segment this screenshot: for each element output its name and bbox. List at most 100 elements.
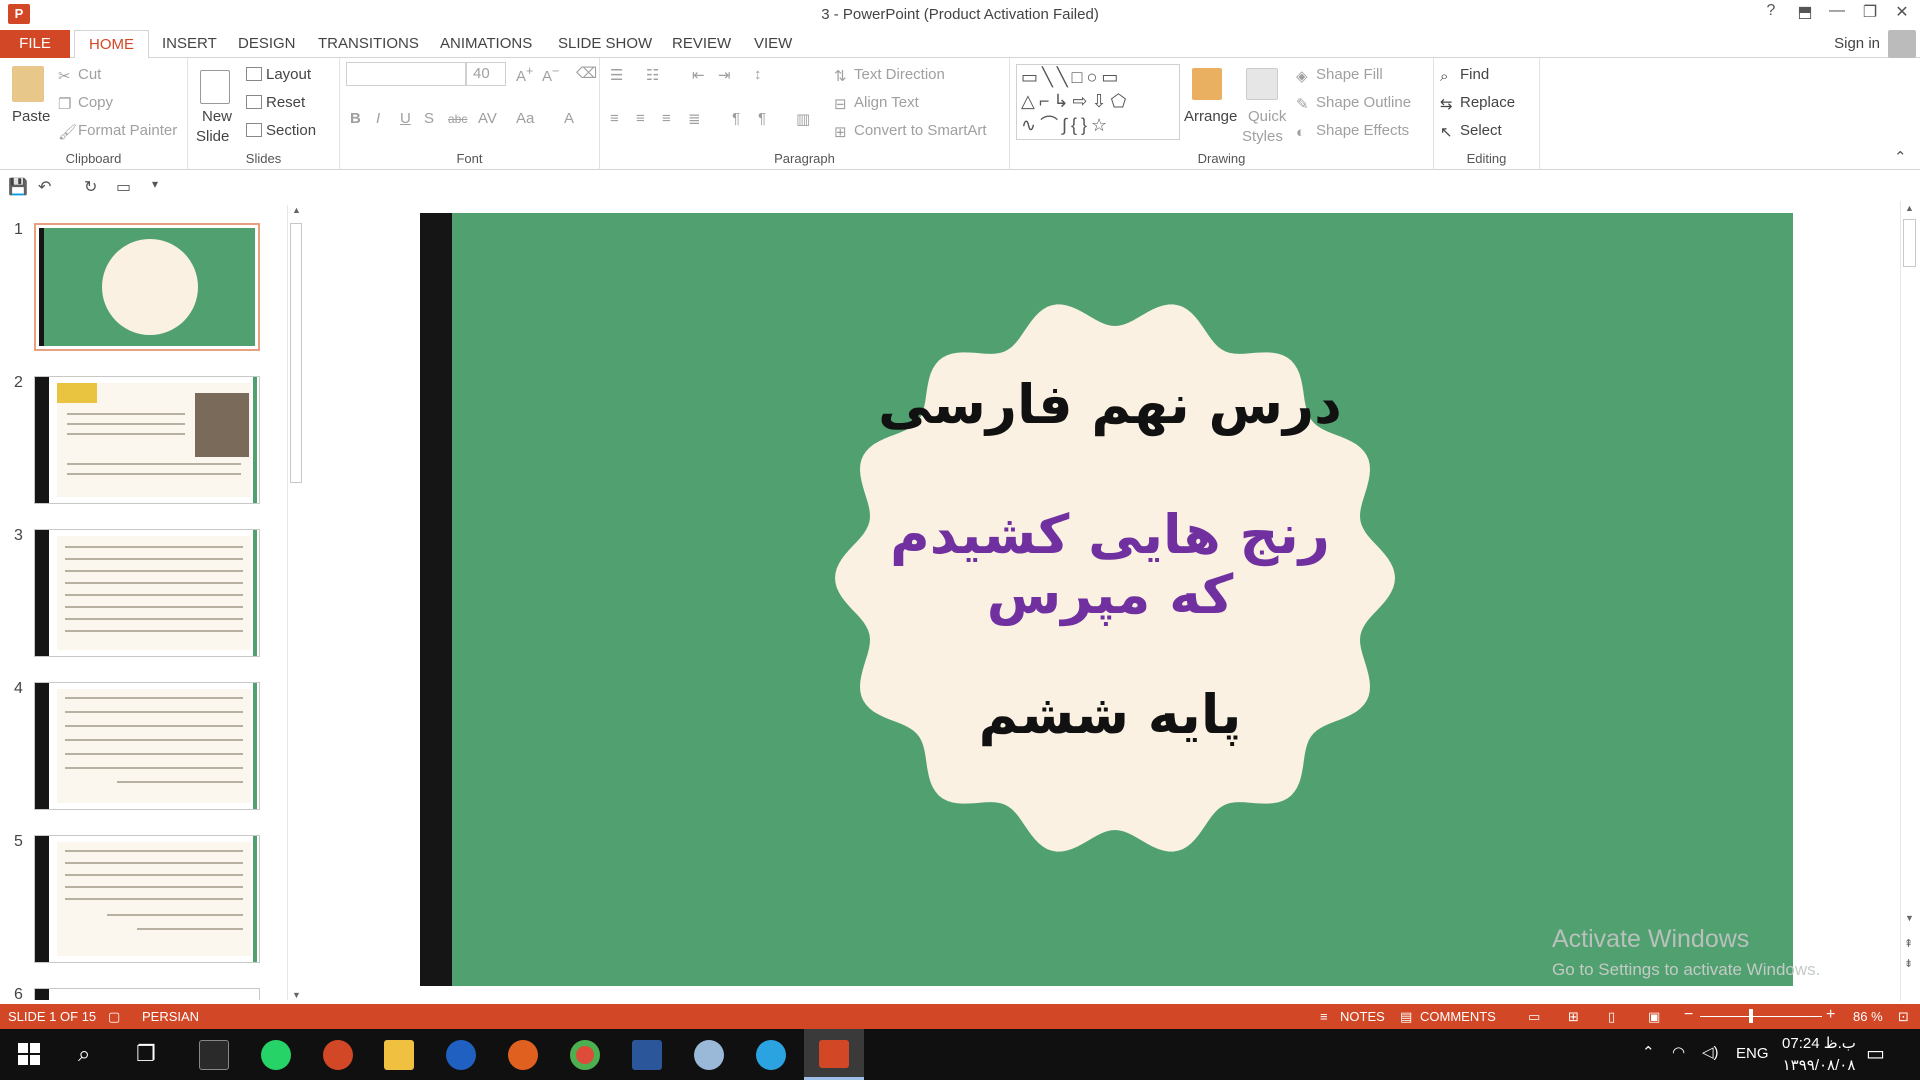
notifications-icon[interactable]: ▭ [1866, 1041, 1885, 1066]
chrome-icon[interactable] [570, 1040, 600, 1070]
tab-slide-show[interactable]: SLIDE SHOW [544, 30, 666, 58]
slide-subtitle-line[interactable]: که مپرس [840, 563, 1380, 626]
shapes-gallery[interactable]: ▭╲╲□○▭ △⌐↳⇨⇩⬠ ∿⌒∫{}☆ [1016, 64, 1180, 140]
telegram-icon[interactable] [756, 1040, 786, 1070]
clock-time[interactable]: 07:24 ب.ظ [1776, 1034, 1862, 1052]
word-icon[interactable] [632, 1040, 662, 1070]
start-from-beginning-icon[interactable]: ▭ [116, 177, 131, 197]
scroll-up-icon[interactable]: ▲ [1905, 203, 1914, 213]
comments-icon[interactable]: ▤ [1400, 1009, 1412, 1025]
ribbon-display-options-button[interactable]: ⬒ [1790, 2, 1820, 22]
align-text-button[interactable]: ⊟ Align Text [834, 94, 919, 113]
tab-insert[interactable]: INSERT [148, 30, 231, 58]
new-slide-button[interactable]: New [202, 108, 232, 125]
thumbnail-slide-6[interactable] [34, 988, 260, 1000]
decrease-indent-icon[interactable]: ⇤ [692, 66, 705, 84]
select-button[interactable]: ↖ Select [1440, 122, 1502, 141]
volume-icon[interactable]: ◁) [1702, 1043, 1719, 1061]
bold-button[interactable]: B [350, 110, 361, 127]
zoom-slider-thumb[interactable] [1749, 1009, 1753, 1023]
collapse-ribbon-icon[interactable]: ⌃ [1894, 148, 1907, 166]
scrollbar-thumb[interactable] [1903, 219, 1916, 267]
powerpoint-taskbar-button[interactable] [804, 1029, 864, 1080]
underline-button[interactable]: U [400, 110, 411, 127]
show-hidden-icons[interactable]: ⌃ [1642, 1043, 1655, 1061]
copy-button[interactable]: ❐ Copy [58, 94, 113, 113]
quick-styles-button-line2[interactable]: Styles [1242, 128, 1283, 145]
zoom-out-button[interactable]: − [1684, 1006, 1693, 1024]
file-explorer-icon[interactable] [384, 1040, 414, 1070]
save-icon[interactable]: 💾 [8, 177, 28, 197]
section-button[interactable]: Section [246, 122, 316, 139]
restore-button[interactable]: ❐ [1855, 2, 1885, 22]
format-painter-button[interactable]: 🖌Format Painter [58, 122, 177, 141]
avatar[interactable] [1888, 30, 1916, 58]
zoom-slider-track[interactable] [1700, 1016, 1822, 1017]
zoom-in-button[interactable]: + [1826, 1006, 1835, 1024]
minimize-button[interactable]: — [1822, 2, 1852, 20]
scroll-down-icon[interactable]: ▼ [1905, 913, 1914, 923]
bullets-icon[interactable]: ☰ [610, 66, 623, 84]
input-language[interactable]: ENG [1736, 1045, 1769, 1062]
scroll-up-icon[interactable]: ▲ [292, 205, 301, 215]
italic-button[interactable]: I [376, 110, 380, 127]
layout-button[interactable]: Layout [246, 66, 311, 83]
thumbnail-slide-3[interactable] [34, 529, 260, 657]
network-icon[interactable]: ◠ [1672, 1043, 1685, 1061]
numbering-icon[interactable]: ☷ [646, 66, 659, 84]
paint-icon[interactable] [323, 1040, 353, 1070]
font-color-button[interactable]: A [564, 110, 574, 127]
help-button[interactable]: ? [1756, 2, 1786, 20]
shrink-font-button[interactable]: A− [542, 64, 559, 85]
comments-button[interactable]: COMMENTS [1420, 1009, 1496, 1024]
thumbnail-slide-5[interactable] [34, 835, 260, 963]
customize-qat-icon[interactable]: ▾ [152, 177, 158, 191]
next-slide-icon[interactable]: ⇟ [1904, 957, 1913, 970]
slide-title-line[interactable]: درس نهم فارسی [840, 373, 1380, 436]
cut-button[interactable]: ✂ Cut [58, 66, 101, 85]
ltr-icon[interactable]: ¶ [758, 110, 766, 127]
columns-icon[interactable]: ▥ [796, 110, 810, 128]
thumbnails-scrollbar[interactable]: ▲ ▼ [287, 205, 304, 1000]
align-left-icon[interactable]: ≡ [610, 110, 619, 127]
justify-icon[interactable]: ≣ [688, 110, 701, 128]
quick-styles-button[interactable]: Quick [1248, 108, 1286, 125]
shape-effects-button[interactable]: ◐ Shape Effects [1296, 122, 1409, 141]
paint3d-icon[interactable] [694, 1040, 724, 1070]
strikethrough-button[interactable]: abc [448, 112, 467, 126]
start-icon[interactable] [18, 1043, 40, 1065]
undo-icon[interactable]: ↶ [38, 177, 51, 197]
slide-grade-line[interactable]: پایه ششم [840, 683, 1380, 746]
clear-format-icon[interactable]: ⌫ [576, 64, 597, 82]
shadow-button[interactable]: S [424, 110, 434, 127]
font-size-input[interactable]: 40 [466, 62, 506, 86]
align-center-icon[interactable]: ≡ [636, 110, 645, 127]
sign-in-link[interactable]: Sign in [1834, 35, 1880, 52]
rtl-icon[interactable]: ¶ [732, 110, 740, 127]
scroll-down-icon[interactable]: ▼ [292, 990, 301, 1000]
firefox-icon[interactable] [508, 1040, 538, 1070]
fit-slide-icon[interactable]: ⊡ [1898, 1009, 1909, 1025]
clock-date[interactable]: ۱۳۹۹/۰۸/۰۸ [1776, 1056, 1862, 1074]
slide-subtitle-line[interactable]: رنج هایی کشیدم [840, 503, 1380, 566]
tab-home[interactable]: HOME [74, 30, 149, 59]
thumbnail-slide-2[interactable] [34, 376, 260, 504]
text-direction-button[interactable]: ⇅ Text Direction [834, 66, 945, 85]
spelling-icon[interactable]: ▢ [108, 1009, 120, 1025]
tab-transitions[interactable]: TRANSITIONS [304, 30, 433, 58]
thumbnail-slide-1[interactable] [34, 223, 260, 351]
arrange-button[interactable]: Arrange [1184, 108, 1237, 125]
align-right-icon[interactable]: ≡ [662, 110, 671, 127]
shape-fill-button[interactable]: ◈ Shape Fill [1296, 66, 1383, 85]
convert-smartart-button[interactable]: ⊞ Convert to SmartArt [834, 122, 987, 141]
line-spacing-icon[interactable]: ↕ [754, 66, 762, 83]
tab-review[interactable]: REVIEW [658, 30, 745, 58]
edge-icon[interactable] [446, 1040, 476, 1070]
reset-button[interactable]: Reset [246, 94, 305, 111]
search-icon[interactable]: ⌕ [78, 1041, 90, 1067]
new-slide-button-line2[interactable]: Slide [196, 128, 229, 145]
slide-sorter-icon[interactable]: ⊞ [1568, 1009, 1579, 1025]
current-slide[interactable]: درس نهم فارسی رنج هایی کشیدم که مپرس پای… [420, 213, 1793, 986]
tab-design[interactable]: DESIGN [224, 30, 310, 58]
tab-animations[interactable]: ANIMATIONS [426, 30, 546, 58]
